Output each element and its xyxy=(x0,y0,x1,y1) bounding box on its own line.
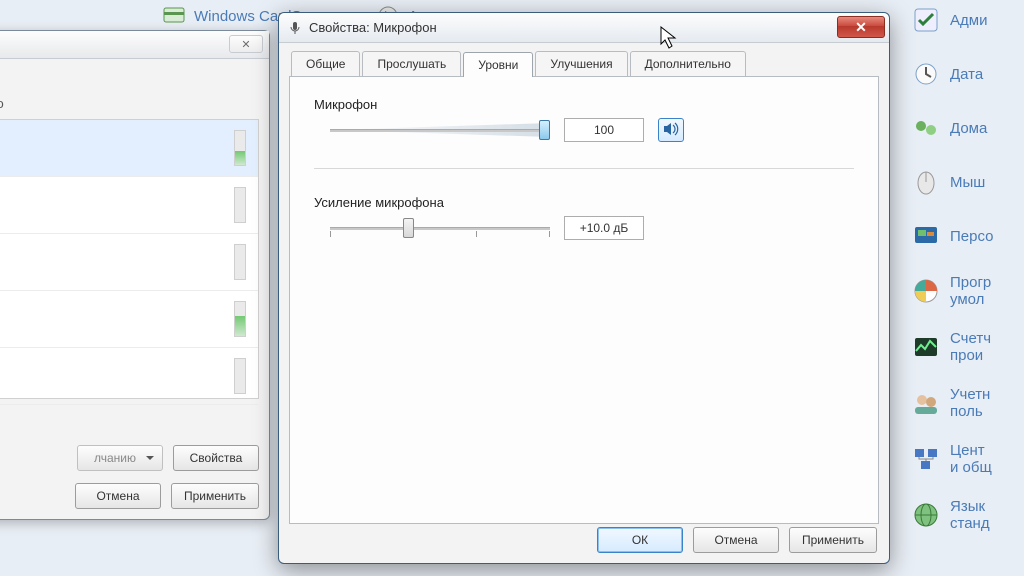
cancel-button[interactable]: Отмена xyxy=(75,483,161,509)
device-row[interactable]: Audio xyxy=(0,348,258,405)
tab-row: Общие Прослушать Уровни Улучшения Дополн… xyxy=(291,51,877,76)
cp-item[interactable]: Счетч прои xyxy=(910,330,1024,364)
tab-label: Улучшения xyxy=(550,57,612,71)
cp-item[interactable]: Цент и общ xyxy=(910,442,1024,476)
mic-level-label: Микрофон xyxy=(314,97,854,112)
divider xyxy=(314,168,854,169)
region-icon xyxy=(910,499,942,531)
tab-enhancements[interactable]: Улучшения xyxy=(535,51,627,76)
mic-boost-label: Усиление микрофона xyxy=(314,195,854,210)
mic-properties-dialog: Свойства: Микрофон ✕ Общие Прослушать Ур… xyxy=(278,12,890,564)
tab-levels[interactable]: Уровни xyxy=(463,52,533,77)
users-icon xyxy=(910,387,942,419)
levels-panel: Микрофон 100 Усиление микрофона xyxy=(289,76,879,524)
cancel-button[interactable]: Отмена xyxy=(693,527,779,553)
close-button[interactable]: ✕ xyxy=(837,16,885,38)
tab-advanced[interactable]: Дополнительно xyxy=(630,51,746,76)
button-label: Отмена xyxy=(96,489,139,503)
button-label: Отмена xyxy=(714,533,757,547)
cp-item-label: Мыш xyxy=(950,174,985,191)
cp-item-label: Адми xyxy=(950,12,987,29)
device-row[interactable]: Audio xyxy=(0,234,258,291)
apply-button[interactable]: Применить xyxy=(789,527,877,553)
button-label: Применить xyxy=(184,489,246,503)
cp-item[interactable]: Дома xyxy=(910,112,1024,144)
clock-icon xyxy=(910,58,942,90)
close-button[interactable]: ✕ xyxy=(229,35,263,53)
tab-label: Общие xyxy=(306,57,345,71)
network-icon xyxy=(910,443,942,475)
cardspace-icon xyxy=(160,2,188,30)
apply-button[interactable]: Применить xyxy=(171,483,259,509)
mic-boost-slider[interactable] xyxy=(330,219,550,237)
cp-item-label: Цент и общ xyxy=(950,442,992,476)
cp-item[interactable]: Язык станд xyxy=(910,498,1024,532)
homegroup-icon xyxy=(910,112,942,144)
sound-dialog: ✕ ь ры которого нужно Audio Audio Audio … xyxy=(0,30,270,520)
perfmon-icon xyxy=(910,331,942,363)
speaker-icon xyxy=(663,122,679,139)
cp-item[interactable]: Персо xyxy=(910,220,1024,252)
mic-level-value[interactable]: 100 xyxy=(564,118,644,142)
microphone-icon xyxy=(287,20,303,36)
level-meter-icon xyxy=(234,244,246,280)
mouse-icon xyxy=(910,166,942,198)
cp-item-label: Счетч прои xyxy=(950,330,991,364)
cp-item-label: Прогр умол xyxy=(950,274,991,308)
tab-general[interactable]: Общие xyxy=(291,51,360,76)
button-label: Применить xyxy=(802,533,864,547)
close-icon: ✕ xyxy=(241,38,250,51)
tab-label: Уровни xyxy=(478,58,518,72)
dialog-title: Свойства: Микрофон xyxy=(309,20,437,35)
level-meter-icon xyxy=(234,187,246,223)
cp-item[interactable]: Учетн поль xyxy=(910,386,1024,420)
close-icon: ✕ xyxy=(855,19,867,36)
cp-item-label: Персо xyxy=(950,228,993,245)
button-label: лчанию xyxy=(94,451,136,465)
cp-item[interactable]: Мыш xyxy=(910,166,1024,198)
tab-listen[interactable]: Прослушать xyxy=(362,51,461,76)
button-label: Свойства xyxy=(190,451,243,465)
sound-dialog-titlebar[interactable]: ✕ xyxy=(0,31,269,59)
default-programs-icon xyxy=(910,275,942,307)
mic-boost-value[interactable]: +10.0 дБ xyxy=(564,216,644,240)
level-meter-icon xyxy=(234,358,246,394)
dialog-titlebar[interactable]: Свойства: Микрофон ✕ xyxy=(279,13,889,43)
device-row[interactable]: Audio xyxy=(0,177,258,234)
instruction-text: ры которого нужно xyxy=(0,96,259,111)
device-row[interactable]: Audio xyxy=(0,120,258,177)
set-default-button[interactable]: лчанию xyxy=(77,445,163,471)
button-label: ОК xyxy=(632,533,648,547)
admin-tools-icon xyxy=(910,4,942,36)
device-row[interactable]: Audio xyxy=(0,291,258,348)
level-meter-icon xyxy=(234,301,246,337)
ok-button[interactable]: ОК xyxy=(597,527,683,553)
cp-item-label: Дата xyxy=(950,66,983,83)
mute-button[interactable] xyxy=(658,118,684,142)
control-panel-strip: Адми Дата Дома Мыш Персо Прогр умол Счет… xyxy=(904,0,1024,576)
mic-level-slider[interactable] xyxy=(330,121,550,139)
cp-item[interactable]: Прогр умол xyxy=(910,274,1024,308)
cp-item-label: Учетн поль xyxy=(950,386,990,420)
cp-item-label: Язык станд xyxy=(950,498,990,532)
cp-item-label: Дома xyxy=(950,120,987,137)
tab-label: Дополнительно xyxy=(645,57,731,71)
properties-button[interactable]: Свойства xyxy=(173,445,259,471)
cp-item[interactable]: Дата xyxy=(910,58,1024,90)
cp-item[interactable]: Адми xyxy=(910,4,1024,36)
tab-label: Прослушать xyxy=(377,57,446,71)
level-meter-icon xyxy=(234,130,246,166)
personalization-icon xyxy=(910,220,942,252)
device-list[interactable]: Audio Audio Audio Audio Audio xyxy=(0,119,259,399)
